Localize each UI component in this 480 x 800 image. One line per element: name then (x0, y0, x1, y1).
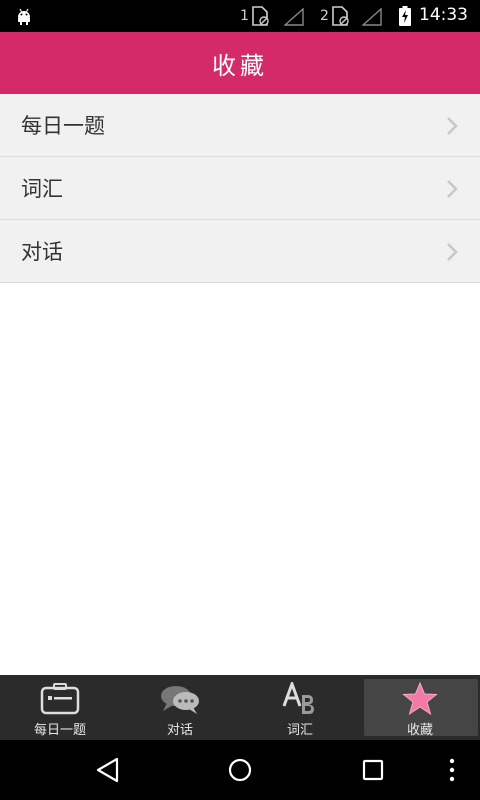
ab-letters-icon (278, 681, 322, 717)
list-item-vocabulary[interactable]: 词汇 (0, 157, 480, 220)
list-item-label: 词汇 (21, 177, 63, 201)
favorites-list: 每日一题 词汇 对话 (0, 94, 480, 283)
title-bar: 收藏 (0, 32, 480, 94)
chevron-right-icon (447, 117, 458, 135)
tab-dialogue[interactable]: 对话 (120, 675, 240, 740)
list-item-label: 每日一题 (21, 114, 105, 138)
signal-empty-icon (284, 8, 304, 26)
sim2-label: 2 (320, 8, 329, 24)
recent-apps-icon[interactable] (358, 755, 388, 785)
chevron-right-icon (447, 180, 458, 198)
tab-label: 收藏 (406, 723, 433, 738)
back-icon[interactable] (93, 755, 123, 785)
chevron-right-icon (447, 243, 458, 261)
list-item-daily-question[interactable]: 每日一题 (0, 94, 480, 157)
tab-label: 对话 (166, 723, 193, 738)
system-nav-bar (0, 740, 480, 800)
tab-vocabulary[interactable]: 词汇 (240, 675, 360, 740)
tab-label: 每日一题 (33, 723, 86, 738)
bottom-tab-bar: 每日一题 对话 词汇 收藏 (0, 675, 480, 740)
sim1-indicator: 1 (240, 6, 269, 26)
signal-empty-icon (362, 8, 382, 26)
battery-charging-icon (399, 6, 411, 26)
star-icon (398, 681, 442, 717)
sim1-label: 1 (240, 8, 249, 24)
android-debug-icon (18, 8, 30, 25)
list-item-dialogue[interactable]: 对话 (0, 220, 480, 283)
page-title: 收藏 (212, 51, 268, 80)
list-item-label: 对话 (21, 240, 63, 264)
clock: 14:33 (419, 5, 468, 25)
overflow-menu-icon[interactable] (444, 755, 460, 785)
tab-daily-question[interactable]: 每日一题 (0, 675, 120, 740)
sim-card-icon (252, 6, 269, 26)
status-bar: 1 2 14:33 (0, 0, 480, 32)
home-icon[interactable] (225, 755, 255, 785)
chat-bubbles-icon (158, 681, 202, 717)
tab-favorites[interactable]: 收藏 (360, 675, 480, 740)
card-icon (38, 681, 82, 717)
sim2-indicator: 2 (320, 6, 349, 26)
sim-card-icon (332, 6, 349, 26)
tab-label: 词汇 (286, 723, 313, 738)
